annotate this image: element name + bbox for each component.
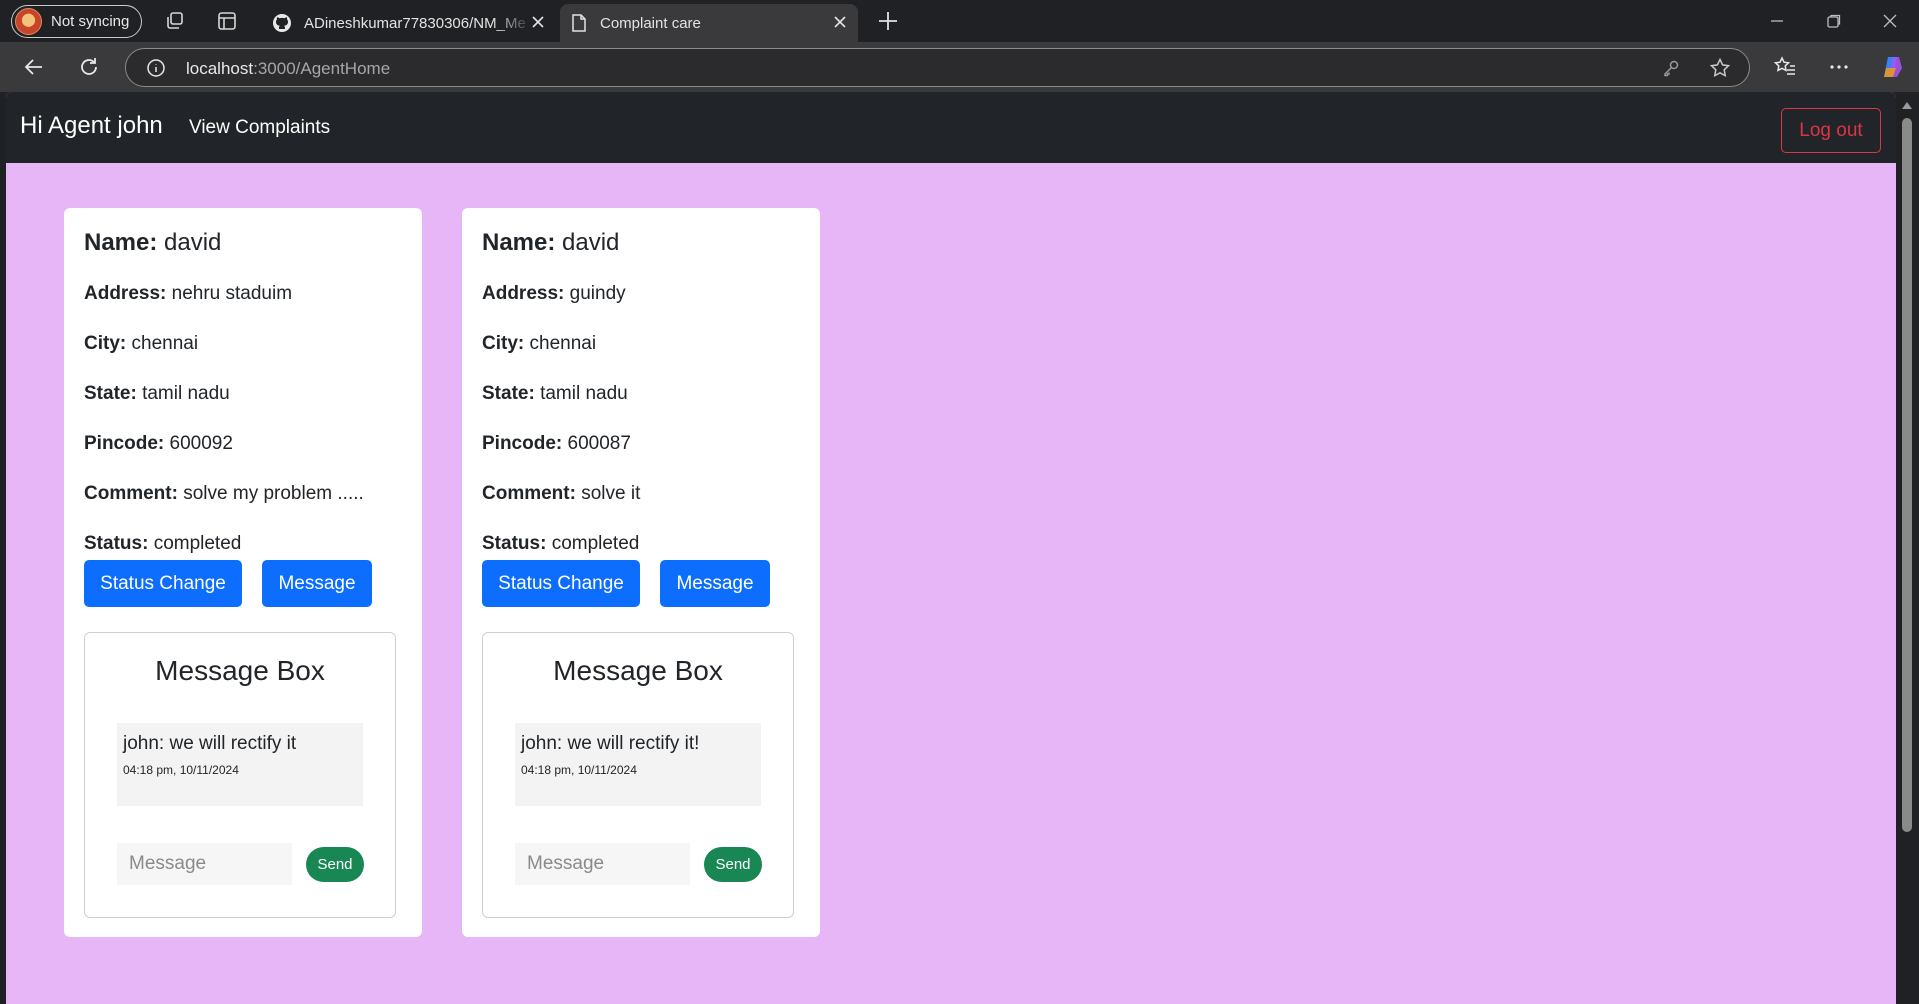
complaint-city: City: chennai xyxy=(84,333,199,354)
tab-github[interactable]: ADineshkumar77830306/NM_Me xyxy=(262,4,556,42)
tab-title: ADineshkumar77830306/NM_Me xyxy=(304,14,526,32)
message-text: john: we will rectify it! xyxy=(521,733,700,754)
url-text: localhost:3000/AgentHome xyxy=(186,59,391,78)
close-window-icon[interactable] xyxy=(1881,12,1899,30)
browser-tab-strip: Not syncing ADineshkumar77830306/NM_Me C… xyxy=(0,0,1919,42)
complaint-city: City: chennai xyxy=(482,333,597,354)
message-input[interactable] xyxy=(117,843,292,885)
minimize-icon[interactable] xyxy=(1768,12,1786,30)
favorite-star-icon[interactable] xyxy=(1709,57,1731,79)
more-options-icon[interactable] xyxy=(1827,55,1851,79)
send-button[interactable]: Send xyxy=(704,847,762,882)
message-input[interactable] xyxy=(515,843,690,885)
complaint-comment: Comment: solve my problem ..... xyxy=(84,483,364,504)
page-icon xyxy=(572,14,586,32)
message-box: Message Box john: we will rectify it! 04… xyxy=(482,632,794,918)
complaint-card: Name: david Address: guindy City: chenna… xyxy=(462,208,820,937)
page-scrollbar[interactable] xyxy=(1896,92,1919,1004)
new-tab-icon[interactable] xyxy=(876,9,900,33)
tab-actions-icon[interactable] xyxy=(216,10,238,32)
tab-title: Complaint care xyxy=(600,14,701,32)
complaint-comment: Comment: solve it xyxy=(482,483,641,504)
complaint-pincode: Pincode: 600087 xyxy=(482,433,631,454)
message-time: 04:18 pm, 10/11/2024 xyxy=(123,763,239,777)
profile-label: Not syncing xyxy=(51,13,130,30)
message-time: 04:18 pm, 10/11/2024 xyxy=(521,763,637,777)
complaint-state: State: tamil nadu xyxy=(482,383,628,404)
message-button[interactable]: Message xyxy=(660,560,770,607)
message-box: Message Box john: we will rectify it 04:… xyxy=(84,632,396,918)
favorites-icon[interactable] xyxy=(1773,55,1797,79)
complaint-card: Name: david Address: nehru staduim City:… xyxy=(64,208,422,937)
message-text: john: we will rectify it xyxy=(123,733,297,754)
copilot-icon[interactable] xyxy=(1880,54,1906,80)
navbar-brand[interactable]: Hi Agent john xyxy=(20,112,163,140)
back-icon[interactable] xyxy=(22,55,46,79)
workspaces-icon[interactable] xyxy=(164,10,186,32)
complaint-state: State: tamil nadu xyxy=(84,383,230,404)
message-box-title: Message Box xyxy=(553,655,723,686)
tab-complaint-care[interactable]: Complaint care xyxy=(560,4,858,42)
send-button[interactable]: Send xyxy=(306,847,364,882)
complaint-status: Status: completed xyxy=(84,533,242,554)
complaint-address: Address: guindy xyxy=(482,283,626,304)
agent-navbar: Hi Agent john View Complaints Log out xyxy=(6,92,1896,163)
scrollbar-thumb[interactable] xyxy=(1902,118,1912,832)
refresh-icon[interactable] xyxy=(77,55,101,79)
message-button[interactable]: Message xyxy=(262,560,372,607)
complaint-pincode: Pincode: 600092 xyxy=(84,433,233,454)
message-item: john: we will rectify it 04:18 pm, 10/11… xyxy=(117,723,363,806)
profile-button[interactable]: Not syncing xyxy=(11,5,142,38)
logout-button[interactable]: Log out xyxy=(1781,108,1881,153)
web-page: Hi Agent john View Complaints Log out Na… xyxy=(6,92,1896,1004)
address-bar-row: localhost:3000/AgentHome xyxy=(0,42,1919,92)
message-box-title: Message Box xyxy=(155,655,325,686)
status-change-button[interactable]: Status Change xyxy=(482,560,640,607)
message-item: john: we will rectify it! 04:18 pm, 10/1… xyxy=(515,723,761,806)
close-tab-icon[interactable] xyxy=(530,14,546,30)
profile-avatar xyxy=(15,8,42,35)
complaint-name: Name: david xyxy=(84,229,222,256)
address-bar[interactable]: localhost:3000/AgentHome xyxy=(125,48,1750,87)
scroll-up-icon[interactable] xyxy=(1902,102,1912,109)
complaint-status: Status: completed xyxy=(482,533,640,554)
complaint-address: Address: nehru staduim xyxy=(84,283,293,304)
site-info-icon[interactable] xyxy=(146,58,166,78)
password-key-icon[interactable] xyxy=(1661,58,1681,78)
restore-icon[interactable] xyxy=(1825,12,1843,30)
status-change-button[interactable]: Status Change xyxy=(84,560,242,607)
github-icon xyxy=(273,14,291,32)
view-complaints-link[interactable]: View Complaints xyxy=(189,117,330,139)
complaint-name: Name: david xyxy=(482,229,620,256)
close-tab-icon[interactable] xyxy=(832,14,848,30)
